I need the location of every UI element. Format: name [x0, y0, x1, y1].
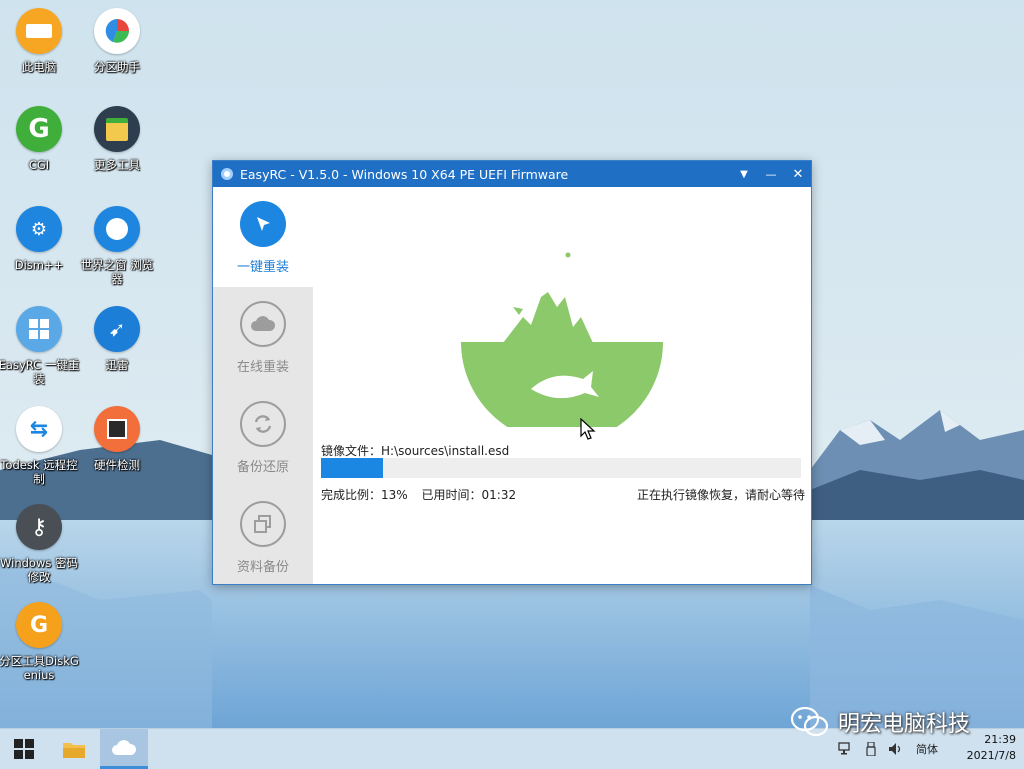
desktop-icon-this-pc[interactable]: 此电脑 — [0, 8, 81, 98]
nav-one-click-reinstall[interactable]: 一键重装 — [213, 187, 313, 287]
easyrc-taskbar-icon — [112, 739, 136, 755]
windows-icon — [16, 306, 62, 352]
toolbox-icon — [94, 106, 140, 152]
desktop-icon-dism[interactable]: ⚙ Dism++ — [0, 206, 81, 296]
window-title: EasyRC - V1.5.0 - Windows 10 X64 PE UEFI… — [240, 166, 569, 182]
nav-online-reinstall[interactable]: 在线重装 — [213, 287, 313, 387]
main-panel: 镜像文件：H:\sources\install.esd 完成比例：13% 已用时… — [313, 187, 811, 584]
minimize-icon: — — [765, 167, 777, 181]
completion-percent: 完成比例：13% — [321, 488, 408, 502]
clock[interactable]: 21:39 2021/7/8 — [967, 732, 1016, 764]
desktop-icon-xunlei[interactable]: ➹ 迅雷 — [75, 306, 159, 396]
progress-stats: 完成比例：13% 已用时间：01:32 — [321, 486, 526, 503]
close-button[interactable]: ✕ — [785, 161, 811, 187]
nav-data-backup[interactable]: 资料备份 — [213, 487, 313, 587]
network-icon[interactable] — [838, 742, 854, 756]
wechat-icon — [790, 706, 829, 737]
taskbar-easyrc[interactable] — [100, 729, 148, 769]
menu-button[interactable]: ▼ — [731, 161, 757, 187]
partition-assistant-icon — [94, 8, 140, 54]
sync-icon — [240, 401, 286, 447]
chip-icon — [94, 406, 140, 452]
fish-bowl-illustration — [461, 252, 663, 427]
desktop-icon-more-tools[interactable]: 更多工具 — [75, 106, 159, 196]
desktop-icon-partition-assistant[interactable]: 分区助手 — [75, 8, 159, 98]
cursor-arrow-icon — [240, 201, 286, 247]
progress-bar-fill — [321, 458, 384, 478]
desktop-icon-todesk[interactable]: ⇆ Todesk 远程控制 — [0, 406, 81, 496]
key-icon: ⚷ — [16, 504, 62, 550]
ime-indicator[interactable]: 简体 — [916, 741, 938, 757]
desktop-icon-cgi[interactable]: G CGI — [0, 106, 81, 196]
copy-icon — [240, 501, 286, 547]
window-titlebar[interactable]: EasyRC - V1.5.0 - Windows 10 X64 PE UEFI… — [213, 161, 811, 187]
sidebar-nav: 一键重装 在线重装 备份还原 资料备份 — [213, 187, 313, 584]
elapsed-time: 已用时间：01:32 — [421, 488, 517, 502]
desktop-icon-windows-password[interactable]: ⚷ Windows 密码修改 — [0, 504, 81, 594]
mouse-cursor-icon — [580, 418, 596, 440]
desktop-icon-theworld-browser[interactable]: 世界之窗 浏览器 — [75, 206, 159, 296]
folder-icon — [63, 743, 85, 758]
desktop-icon-easyrc[interactable]: EasyRC 一键重装 — [0, 306, 81, 396]
clock-date: 2021/7/8 — [966, 749, 1016, 762]
clock-time: 21:39 — [984, 733, 1016, 746]
start-button[interactable] — [0, 729, 48, 769]
close-icon: ✕ — [792, 166, 804, 182]
minimize-button[interactable]: — — [758, 161, 784, 187]
nav-backup-restore[interactable]: 备份还原 — [213, 387, 313, 487]
taskbar-file-explorer[interactable] — [50, 729, 98, 769]
desktop-icon-diskgenius[interactable]: G 分区工具DiskGenius — [0, 602, 81, 692]
easyrc-window[interactable]: EasyRC - V1.5.0 - Windows 10 X64 PE UEFI… — [212, 160, 812, 585]
todesk-icon: ⇆ — [16, 406, 62, 452]
progress-bar — [321, 458, 801, 478]
desktop-icon-hardware-check[interactable]: 硬件检测 — [75, 406, 159, 496]
cgi-icon: G — [16, 106, 62, 152]
cloud-icon — [240, 301, 286, 347]
usb-icon[interactable] — [866, 742, 876, 756]
this-pc-icon — [16, 8, 62, 54]
image-file-label: 镜像文件：H:\sources\install.esd — [321, 444, 510, 458]
browser-icon — [94, 206, 140, 252]
app-cloud-icon — [221, 168, 233, 180]
bird-icon: ➹ — [94, 306, 140, 352]
status-message: 正在执行镜像恢复，请耐心等待 — [636, 488, 805, 502]
dropdown-icon: ▼ — [740, 168, 748, 180]
windows-start-icon — [14, 739, 34, 759]
watermark: 明宏电脑科技 — [790, 702, 970, 742]
volume-icon[interactable] — [888, 742, 904, 756]
diskgenius-icon: G — [16, 602, 62, 648]
watermark-text: 明宏电脑科技 — [838, 712, 971, 737]
gear-icon: ⚙ — [16, 206, 62, 252]
